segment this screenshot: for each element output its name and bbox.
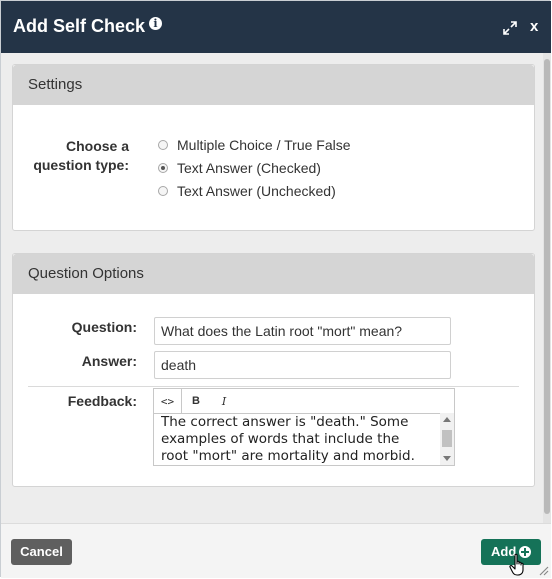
feedback-textarea[interactable]: The correct answer is "death." Some exam…	[161, 414, 429, 464]
radio-button[interactable]	[158, 140, 168, 150]
dialog-body: Settings Choose a question type: Multipl…	[1, 53, 551, 523]
dialog-scrollbar-thumb[interactable]	[544, 59, 550, 514]
question-input[interactable]	[154, 317, 451, 345]
answer-label: Answer:	[81, 353, 137, 369]
close-button[interactable]: x	[530, 18, 538, 35]
question-options-panel: Question Options Question: Answer: Feedb…	[12, 253, 535, 487]
question-type-label: Choose a question type:	[23, 138, 129, 173]
question-type-label-line1: Choose a	[65, 138, 129, 154]
scroll-down-icon[interactable]	[443, 456, 451, 461]
feedback-line: The correct answer is "death." Some	[161, 414, 409, 430]
feedback-line: examples of words that include the	[161, 431, 400, 447]
radio-label: Text Answer (Unchecked)	[177, 183, 336, 199]
question-options-heading: Question Options	[13, 254, 534, 294]
feedback-line: root "mort" are mortality and morbid.	[161, 448, 415, 464]
scroll-thumb[interactable]	[442, 430, 452, 447]
add-self-check-dialog: Add Self Check i x Settings Choose a que…	[0, 0, 551, 578]
dialog-scrollbar[interactable]	[543, 53, 551, 523]
radio-button-selected[interactable]	[158, 163, 168, 173]
italic-button[interactable]: I	[210, 389, 238, 413]
radio-multiple-choice[interactable]: Multiple Choice / True False	[158, 135, 351, 155]
editor-scrollbar[interactable]	[440, 413, 454, 465]
feedback-label: Feedback:	[67, 393, 137, 409]
radio-label: Multiple Choice / True False	[177, 137, 351, 153]
dialog-footer: Cancel Add	[1, 523, 551, 578]
cancel-button[interactable]: Cancel	[11, 539, 72, 565]
radio-text-answer-unchecked[interactable]: Text Answer (Unchecked)	[158, 181, 336, 201]
question-type-label-line2: question type:	[33, 157, 129, 173]
editor-toolbar: <> B I	[154, 389, 454, 414]
resize-grip-icon[interactable]	[537, 564, 549, 576]
source-code-button[interactable]: <>	[154, 389, 182, 413]
radio-label: Text Answer (Checked)	[177, 160, 321, 176]
settings-panel: Settings Choose a question type: Multipl…	[12, 64, 535, 231]
scroll-up-icon[interactable]	[443, 417, 451, 422]
answer-input[interactable]	[154, 351, 451, 379]
hand-cursor-icon	[509, 553, 524, 576]
expand-icon[interactable]	[502, 20, 518, 36]
feedback-editor[interactable]: <> B I The correct answer is "death." So…	[153, 388, 455, 466]
dialog-titlebar: Add Self Check i x	[1, 1, 551, 53]
question-label: Question:	[71, 319, 137, 335]
radio-text-answer-checked[interactable]: Text Answer (Checked)	[158, 158, 321, 178]
divider	[28, 386, 519, 387]
dialog-title: Add Self Check	[13, 16, 146, 36]
settings-heading: Settings	[13, 65, 534, 105]
bold-button[interactable]: B	[182, 389, 210, 413]
radio-button[interactable]	[158, 186, 168, 196]
info-icon[interactable]: i	[149, 17, 162, 30]
